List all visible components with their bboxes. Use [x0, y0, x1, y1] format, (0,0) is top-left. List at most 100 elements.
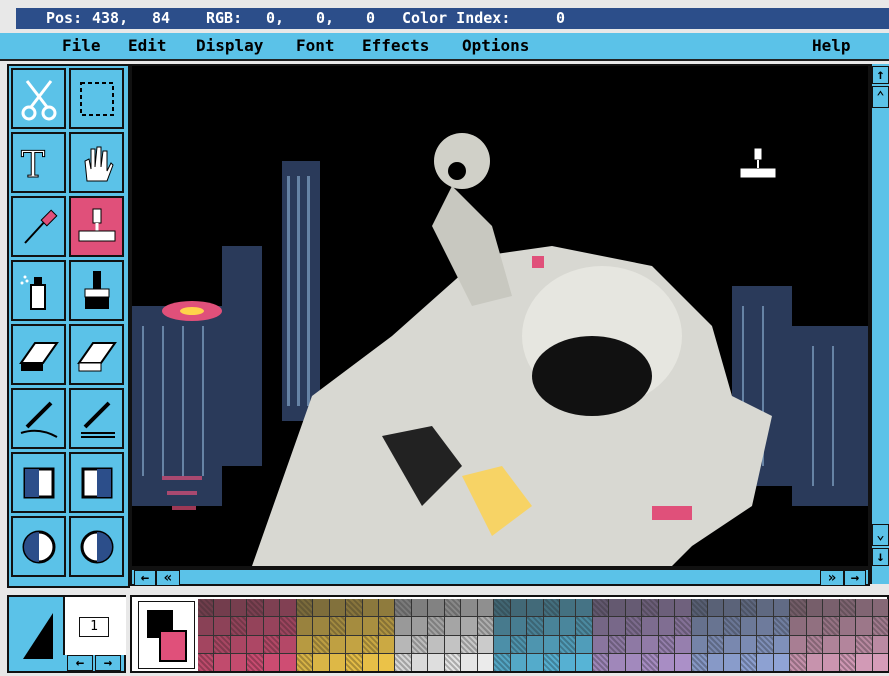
palette-cell[interactable] [378, 635, 395, 653]
scroll-left-arrow-icon[interactable]: ← [134, 570, 156, 586]
palette-cell[interactable] [313, 635, 329, 653]
palette-cell[interactable] [559, 653, 576, 671]
palette-cell[interactable] [658, 635, 675, 653]
palette-cell[interactable] [247, 617, 263, 635]
palette-cell[interactable] [494, 599, 510, 617]
menu-font[interactable]: Font [296, 36, 335, 55]
palette-cell[interactable] [872, 653, 888, 671]
palette-cell[interactable] [675, 653, 691, 671]
palette-cell[interactable] [494, 635, 510, 653]
tool-eraser[interactable] [11, 324, 66, 385]
tool-scissors[interactable] [11, 68, 66, 129]
palette-cell[interactable] [263, 617, 280, 635]
palette-cell[interactable] [527, 599, 543, 617]
palette-cell[interactable] [691, 635, 708, 653]
palette-cell[interactable] [263, 599, 280, 617]
palette-cell[interactable] [724, 635, 740, 653]
palette-cell[interactable] [543, 617, 559, 635]
palette-cell[interactable] [625, 653, 642, 671]
palette-cell[interactable] [527, 653, 543, 671]
palette-cell[interactable] [461, 617, 477, 635]
palette-cell[interactable] [708, 599, 724, 617]
palette-cell[interactable] [510, 617, 527, 635]
palette-cell[interactable] [691, 617, 708, 635]
palette-cell[interactable] [461, 653, 477, 671]
palette-cell[interactable] [198, 635, 214, 653]
palette-cell[interactable] [477, 653, 494, 671]
palette-cell[interactable] [198, 653, 214, 671]
palette-cell[interactable] [773, 635, 790, 653]
palette-cell[interactable] [576, 635, 592, 653]
palette-cell[interactable] [856, 635, 872, 653]
line-width-decrease-icon[interactable]: ← [67, 655, 93, 671]
palette-cell[interactable] [592, 653, 609, 671]
palette-cell[interactable] [395, 617, 411, 635]
palette-cell[interactable] [658, 599, 675, 617]
palette-cell[interactable] [214, 617, 230, 635]
palette-cell[interactable] [329, 653, 346, 671]
vertical-scrollbar[interactable]: ↑ ⌃ ⌄ ↓ [870, 64, 889, 584]
palette-cell[interactable] [263, 653, 280, 671]
palette-cell[interactable] [592, 599, 609, 617]
palette-cell[interactable] [839, 635, 856, 653]
palette-cell[interactable] [477, 617, 494, 635]
palette-cell[interactable] [510, 653, 527, 671]
palette-cell[interactable] [806, 599, 823, 617]
palette-cell[interactable] [724, 617, 740, 635]
palette-cell[interactable] [856, 617, 872, 635]
palette-cell[interactable] [198, 599, 214, 617]
menu-options[interactable]: Options [462, 36, 529, 55]
palette-cell[interactable] [510, 635, 527, 653]
palette-cell[interactable] [806, 617, 823, 635]
current-colors-swatch[interactable] [138, 601, 195, 669]
palette-cell[interactable] [494, 653, 510, 671]
palette-cell[interactable] [230, 635, 247, 653]
palette-cell[interactable] [428, 653, 444, 671]
tool-filled-rect[interactable] [11, 452, 66, 513]
palette-cell[interactable] [609, 653, 625, 671]
palette-cell[interactable] [214, 599, 230, 617]
palette-cell[interactable] [576, 653, 592, 671]
scroll-page-up-icon[interactable]: ⌃ [872, 86, 889, 108]
palette-cell[interactable] [823, 653, 839, 671]
palette-cell[interactable] [247, 653, 263, 671]
palette-cell[interactable] [856, 599, 872, 617]
image-canvas[interactable] [130, 64, 870, 568]
palette-cell[interactable] [346, 617, 362, 635]
palette-cell[interactable] [740, 617, 757, 635]
palette-cell[interactable] [280, 599, 296, 617]
palette-cell[interactable] [230, 653, 247, 671]
palette-cell[interactable] [313, 599, 329, 617]
scroll-up-arrow-icon[interactable]: ↑ [872, 66, 889, 84]
palette-cell[interactable] [757, 635, 773, 653]
palette-cell[interactable] [346, 599, 362, 617]
palette-cell[interactable] [395, 635, 411, 653]
tool-pen-line[interactable] [69, 388, 124, 449]
palette-cell[interactable] [691, 599, 708, 617]
palette-cell[interactable] [823, 617, 839, 635]
tool-paint-brush[interactable] [69, 260, 124, 321]
palette-cell[interactable] [527, 617, 543, 635]
palette-cell[interactable] [708, 617, 724, 635]
palette-cell[interactable] [790, 617, 806, 635]
palette-cell[interactable] [856, 653, 872, 671]
tool-spray-can[interactable] [11, 260, 66, 321]
palette-cell[interactable] [411, 599, 428, 617]
tool-marquee-select[interactable] [69, 68, 124, 129]
palette-cell[interactable] [559, 635, 576, 653]
palette-cell[interactable] [230, 599, 247, 617]
palette-cell[interactable] [740, 599, 757, 617]
palette-cell[interactable] [362, 599, 378, 617]
palette-cell[interactable] [494, 617, 510, 635]
palette-cell[interactable] [675, 635, 691, 653]
menu-effects[interactable]: Effects [362, 36, 429, 55]
palette-cell[interactable] [444, 599, 461, 617]
palette-cell[interactable] [444, 653, 461, 671]
palette-cell[interactable] [444, 617, 461, 635]
palette-cell[interactable] [642, 617, 658, 635]
palette-cell[interactable] [214, 653, 230, 671]
palette-cell[interactable] [428, 635, 444, 653]
palette-cell[interactable] [543, 599, 559, 617]
tool-hollow-rect[interactable] [69, 452, 124, 513]
palette-cell[interactable] [329, 635, 346, 653]
